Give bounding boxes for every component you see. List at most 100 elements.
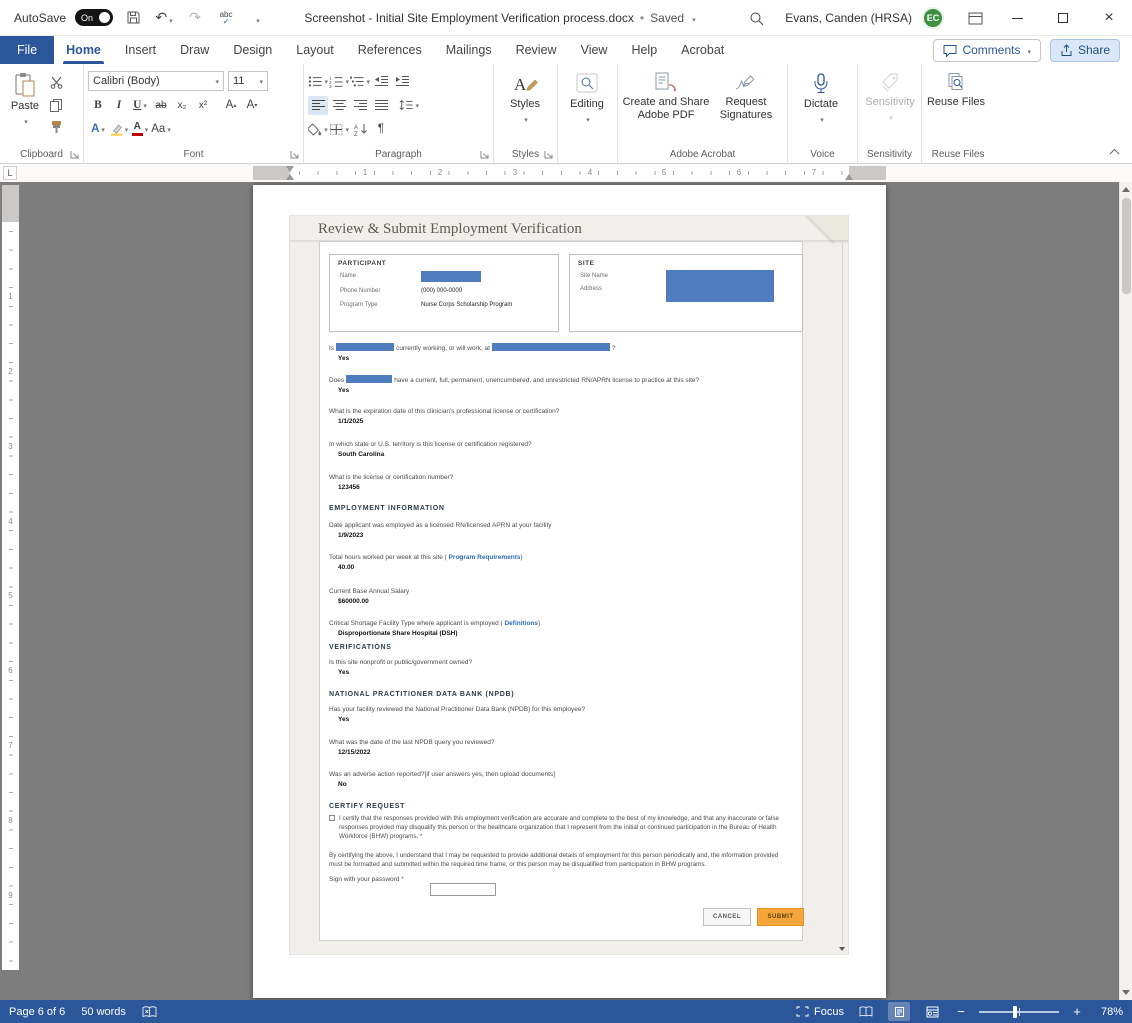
- align-left-button[interactable]: [308, 96, 328, 115]
- styles-dialog-launcher[interactable]: [544, 150, 553, 159]
- multilevel-list-button[interactable]: [350, 72, 370, 91]
- zoom-slider[interactable]: [979, 1011, 1059, 1013]
- request-signatures-button[interactable]: Request Signatures: [710, 69, 782, 147]
- tab-design[interactable]: Design: [221, 36, 284, 64]
- tab-help[interactable]: Help: [619, 36, 669, 64]
- dictate-button[interactable]: Dictate: [792, 69, 850, 147]
- comments-button[interactable]: Comments: [933, 39, 1041, 62]
- scroll-up-arrow[interactable]: [1122, 187, 1130, 192]
- format-painter-button[interactable]: [46, 117, 66, 136]
- copy-button[interactable]: [46, 95, 66, 114]
- embedded-screenshot[interactable]: Review & Submit Employment Verification …: [289, 215, 849, 955]
- superscript-button[interactable]: x²: [193, 96, 213, 115]
- cut-button[interactable]: [46, 73, 66, 92]
- numbering-button[interactable]: 123: [329, 72, 349, 91]
- web-layout-button[interactable]: [921, 1002, 943, 1021]
- create-share-pdf-button[interactable]: Create and Share Adobe PDF: [622, 69, 710, 147]
- change-case-button[interactable]: Aa: [151, 120, 171, 139]
- first-line-indent-marker[interactable]: [286, 166, 294, 172]
- password-input[interactable]: [430, 883, 496, 896]
- certify-checkbox[interactable]: [329, 815, 335, 821]
- paragraph-dialog-launcher[interactable]: [480, 150, 489, 159]
- vertical-ruler[interactable]: 1 2 3 4 5 6 7 8 9: [2, 182, 19, 1000]
- increase-indent-button[interactable]: [392, 72, 412, 91]
- tab-view[interactable]: View: [569, 36, 620, 64]
- paste-button[interactable]: Paste: [4, 69, 46, 147]
- definitions-link[interactable]: Definitions: [504, 620, 538, 627]
- read-mode-button[interactable]: [855, 1002, 877, 1021]
- tab-mailings[interactable]: Mailings: [434, 36, 504, 64]
- search-button[interactable]: [745, 6, 767, 30]
- align-right-button[interactable]: [350, 96, 370, 115]
- tab-home[interactable]: Home: [54, 36, 113, 64]
- styles-button[interactable]: A Styles: [498, 69, 552, 147]
- focus-button[interactable]: Focus: [796, 1006, 844, 1018]
- minimize-button[interactable]: [994, 0, 1040, 36]
- submit-button[interactable]: SUBMIT: [757, 908, 804, 926]
- word-count[interactable]: 50 words: [81, 1006, 126, 1018]
- font-size-select[interactable]: 11: [228, 71, 268, 91]
- bold-button[interactable]: B: [88, 96, 108, 115]
- grow-font-button[interactable]: A: [221, 96, 241, 115]
- subscript-button[interactable]: x₂: [172, 96, 192, 115]
- program-requirements-link[interactable]: Program Requirements: [449, 554, 521, 561]
- maximize-button[interactable]: [1040, 0, 1086, 36]
- zoom-slider-thumb[interactable]: [1013, 1006, 1017, 1018]
- share-button[interactable]: Share: [1050, 39, 1120, 62]
- vertical-scrollbar[interactable]: [1119, 182, 1132, 1000]
- tab-insert[interactable]: Insert: [113, 36, 168, 64]
- autosave-toggle[interactable]: On: [75, 9, 113, 26]
- horizontal-ruler[interactable]: L 1 2 3 4 5 6 7: [0, 164, 1132, 182]
- borders-button[interactable]: [329, 120, 349, 139]
- undo-button[interactable]: ↶: [153, 6, 175, 30]
- align-center-button[interactable]: [329, 96, 349, 115]
- save-button[interactable]: [122, 6, 144, 30]
- tab-acrobat[interactable]: Acrobat: [669, 36, 736, 64]
- tab-review[interactable]: Review: [504, 36, 569, 64]
- zoom-in-button[interactable]: +: [1070, 1004, 1084, 1019]
- zoom-out-button[interactable]: −: [954, 1004, 968, 1019]
- scrollbar-thumb[interactable]: [1122, 198, 1131, 294]
- tab-file[interactable]: File: [0, 36, 54, 64]
- tab-draw[interactable]: Draw: [168, 36, 221, 64]
- collapse-ribbon-button[interactable]: [1109, 148, 1120, 155]
- document-page[interactable]: Review & Submit Employment Verification …: [253, 185, 886, 998]
- shrink-font-button[interactable]: A: [242, 96, 262, 115]
- show-hide-paragraph-button[interactable]: ¶: [371, 120, 391, 139]
- avatar[interactable]: EC: [922, 7, 944, 29]
- sort-button[interactable]: AZ: [350, 120, 370, 139]
- bullets-button[interactable]: [308, 72, 328, 91]
- redo-button[interactable]: ↷: [184, 6, 206, 30]
- line-spacing-button[interactable]: [399, 96, 419, 115]
- shading-button[interactable]: [308, 120, 328, 139]
- scroll-down-arrow[interactable]: [1122, 990, 1130, 995]
- tab-layout[interactable]: Layout: [284, 36, 346, 64]
- spell-check-button[interactable]: abc ✓: [215, 6, 237, 30]
- tab-references[interactable]: References: [346, 36, 434, 64]
- left-indent-marker[interactable]: [286, 174, 294, 180]
- customize-qat-button[interactable]: [246, 6, 268, 30]
- tab-selector[interactable]: L: [3, 166, 17, 180]
- user-name[interactable]: Evans, Canden (HRSA): [785, 11, 912, 25]
- justify-button[interactable]: [371, 96, 391, 115]
- close-button[interactable]: ×: [1086, 0, 1132, 36]
- italic-button[interactable]: I: [109, 96, 129, 115]
- font-name-select[interactable]: Calibri (Body): [88, 71, 224, 91]
- proofing-errors-button[interactable]: [142, 1006, 158, 1018]
- underline-button[interactable]: U: [130, 96, 150, 115]
- reuse-files-button[interactable]: Reuse Files: [926, 69, 986, 147]
- page-indicator[interactable]: Page 6 of 6: [9, 1006, 65, 1018]
- font-color-button[interactable]: A: [130, 120, 150, 139]
- editing-button[interactable]: Editing: [562, 69, 612, 147]
- clipboard-dialog-launcher[interactable]: [70, 150, 79, 159]
- highlight-color-button[interactable]: [109, 120, 129, 139]
- ribbon-display-options-button[interactable]: [964, 6, 986, 30]
- font-dialog-launcher[interactable]: [290, 150, 299, 159]
- strikethrough-button[interactable]: ab: [151, 96, 171, 115]
- cancel-button[interactable]: CANCEL: [703, 908, 751, 926]
- text-effects-button[interactable]: A: [88, 120, 108, 139]
- zoom-level[interactable]: 78%: [1095, 1006, 1123, 1018]
- sensitivity-button[interactable]: Sensitivity: [862, 69, 918, 147]
- decrease-indent-button[interactable]: [371, 72, 391, 91]
- saved-status[interactable]: Saved: [650, 11, 684, 25]
